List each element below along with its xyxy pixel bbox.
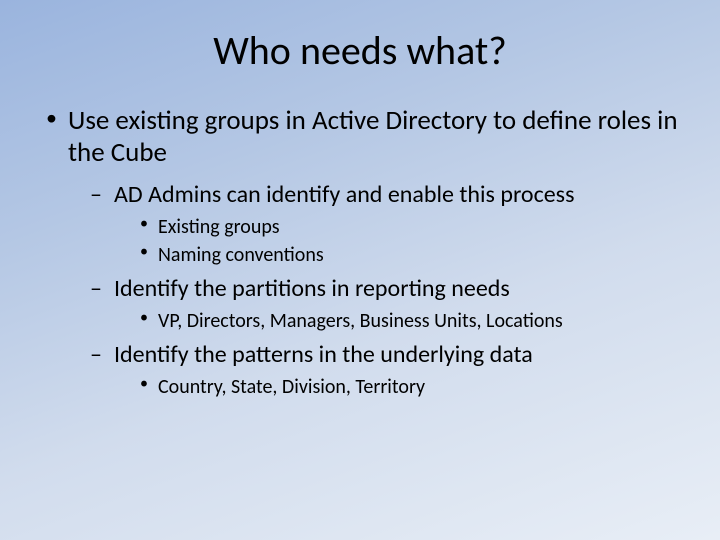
bullet-text: Naming conventions [158, 243, 324, 267]
bullet-text: Existing groups [158, 215, 280, 239]
bullet-text: Identify the partitions in reporting nee… [114, 274, 510, 303]
bullet-l1: Use existing groups in Active Directory … [40, 105, 680, 400]
bullet-text: Identify the patterns in the underlying … [114, 340, 533, 369]
bullet-list-l1: Use existing groups in Active Directory … [40, 105, 680, 400]
bullet-l3: VP, Directors, Managers, Business Units,… [136, 308, 680, 334]
bullet-l2: AD Admins can identify and enable this p… [86, 180, 680, 268]
bullet-list-l3: Country, State, Division, Territory [114, 374, 680, 400]
slide: Who needs what? Use existing groups in A… [0, 0, 720, 540]
bullet-list-l3: Existing groups Naming conventions [114, 214, 680, 268]
bullet-l3: Country, State, Division, Territory [136, 374, 680, 400]
bullet-text: Country, State, Division, Territory [158, 375, 425, 399]
slide-title: Who needs what? [40, 26, 680, 75]
bullet-text: Use existing groups in Active Directory … [68, 104, 678, 169]
bullet-l2: Identify the patterns in the underlying … [86, 340, 680, 400]
bullet-l3: Existing groups [136, 214, 680, 240]
bullet-l2: Identify the partitions in reporting nee… [86, 274, 680, 334]
bullet-text: AD Admins can identify and enable this p… [114, 180, 574, 209]
bullet-list-l3: VP, Directors, Managers, Business Units,… [114, 308, 680, 334]
bullet-l3: Naming conventions [136, 242, 680, 268]
bullet-list-l2: AD Admins can identify and enable this p… [68, 180, 680, 400]
bullet-text: VP, Directors, Managers, Business Units,… [158, 309, 563, 333]
